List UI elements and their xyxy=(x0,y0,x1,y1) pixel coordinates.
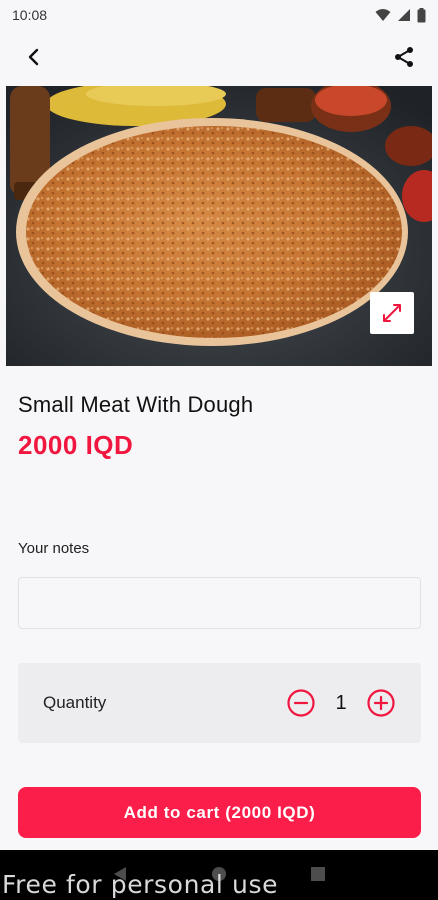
watermark-text: Free for personal use xyxy=(2,870,279,899)
app-bar xyxy=(0,30,438,84)
battery-icon xyxy=(417,7,426,22)
minus-circle-icon[interactable] xyxy=(286,688,316,718)
share-button[interactable] xyxy=(384,37,424,77)
plus-circle-icon[interactable] xyxy=(366,688,396,718)
signal-icon xyxy=(398,9,410,21)
status-bar: 10:08 xyxy=(0,0,438,30)
status-time: 10:08 xyxy=(12,7,48,23)
quantity-label: Quantity xyxy=(43,693,107,712)
pizza-illustration xyxy=(6,86,432,366)
quantity-value: 1 xyxy=(335,691,347,714)
back-button[interactable] xyxy=(14,37,54,77)
back-arrow-icon xyxy=(28,48,39,66)
product-name: Small Meat With Dough xyxy=(18,392,254,417)
notes-input[interactable] xyxy=(18,577,421,629)
quantity-stepper: 1 xyxy=(286,688,396,718)
quantity-card: Quantity 1 xyxy=(18,663,421,743)
status-icons xyxy=(375,7,426,23)
add-to-cart-button[interactable]: Add to cart (2000 IQD) xyxy=(18,787,421,838)
notes-label: Your notes xyxy=(18,540,90,557)
product-price: 2000 IQD xyxy=(18,430,134,460)
expand-icon xyxy=(383,304,401,322)
product-image xyxy=(6,86,432,366)
expand-image-button[interactable] xyxy=(370,292,414,334)
wifi-icon xyxy=(375,9,391,21)
nav-recents-icon[interactable] xyxy=(310,866,326,882)
share-icon xyxy=(395,47,413,67)
